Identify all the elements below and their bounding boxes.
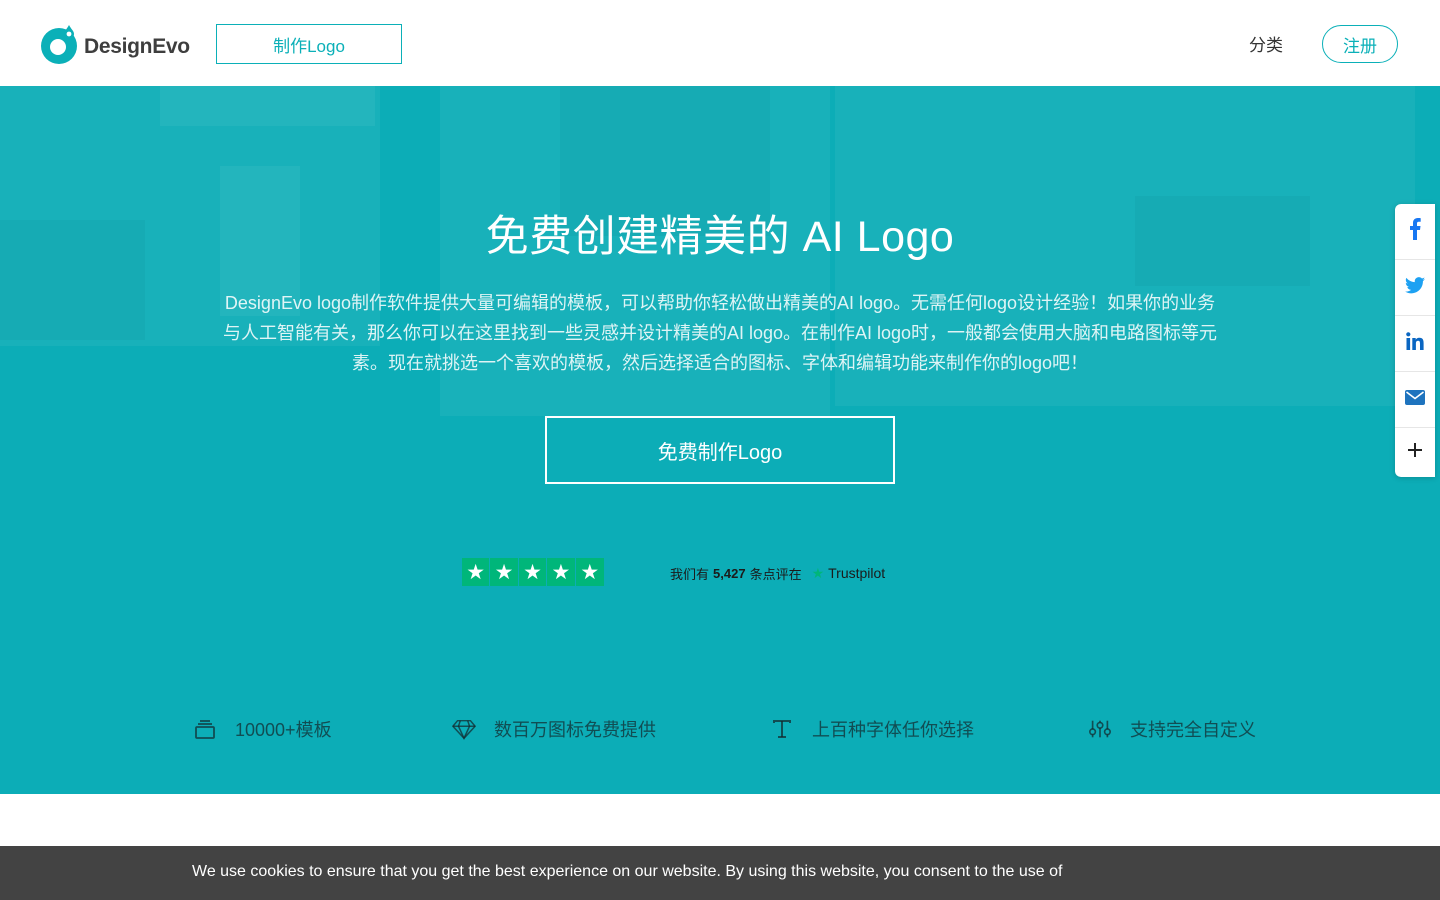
feature-item: 上百种字体任你选择: [770, 714, 974, 744]
plus-icon: [1408, 443, 1422, 462]
signup-button[interactable]: 注册: [1322, 25, 1398, 63]
layers-icon: [193, 717, 217, 741]
star-icon: ★: [462, 558, 491, 586]
star-icon: ★: [575, 558, 604, 586]
hero-bg-image: [160, 86, 375, 126]
review-text-suffix: 条点评在: [749, 566, 802, 582]
feature-list: 10000+模板 数百万图标免费提供 上百种字体任你选择 支持完全自定义: [0, 714, 1440, 744]
twitter-icon: [1405, 276, 1425, 299]
trustpilot-brand: ★ Trustpilot: [812, 565, 886, 582]
feature-item: 10000+模板: [193, 714, 332, 744]
star-icon: ★: [547, 558, 576, 586]
facebook-share-button[interactable]: [1395, 204, 1435, 260]
feature-label: 10000+模板: [235, 720, 332, 740]
brand-logo[interactable]: DesignEvo: [40, 22, 190, 66]
hero-section: 免费创建精美的 AI Logo DesignEvo logo制作软件提供大量可编…: [0, 86, 1440, 794]
hero-make-logo-button[interactable]: 免费制作Logo: [545, 416, 895, 484]
feature-label: 数百万图标免费提供: [494, 720, 656, 740]
nav-category-link[interactable]: 分类: [1240, 30, 1292, 56]
trustpilot-name: Trustpilot: [828, 565, 886, 581]
more-share-button[interactable]: [1395, 428, 1435, 477]
email-icon: [1405, 389, 1425, 410]
trustpilot-review-summary[interactable]: 我们有 5,427 条点评在 ★ Trustpilot: [670, 562, 885, 584]
cookie-banner: We use cookies to ensure that you get th…: [0, 846, 1440, 900]
review-text-prefix: 我们有: [670, 566, 710, 582]
header-make-logo-button[interactable]: 制作Logo: [216, 24, 402, 64]
star-icon: ★: [518, 558, 548, 586]
linkedin-icon: [1406, 332, 1424, 355]
hero-description: DesignEvo logo制作软件提供大量可编辑的模板，可以帮助你轻松做出精美…: [222, 293, 1218, 373]
sliders-icon: [1088, 717, 1112, 741]
twitter-share-button[interactable]: [1395, 260, 1435, 316]
feature-label: 上百种字体任你选择: [812, 720, 974, 740]
diamond-icon: [452, 717, 476, 741]
cookie-banner-text: We use cookies to ensure that you get th…: [192, 863, 1063, 880]
hero-title: 免费创建精美的 AI Logo: [485, 213, 955, 261]
brand-name: DesignEvo: [84, 35, 190, 58]
social-share-bar: [1395, 204, 1435, 477]
trustpilot-star-icon: ★: [811, 564, 825, 581]
facebook-icon: [1409, 218, 1421, 245]
feature-item: 支持完全自定义: [1088, 714, 1256, 744]
page: DesignEvo 制作Logo 分类 注册 免费创建精美的 AI Logo D…: [0, 0, 1440, 900]
font-icon: [770, 717, 794, 741]
designevo-logo-icon: [40, 23, 78, 65]
site-header: DesignEvo 制作Logo 分类 注册: [0, 0, 1440, 86]
review-count: 5,427: [713, 565, 746, 581]
feature-label: 支持完全自定义: [1130, 720, 1256, 740]
star-icon: ★: [490, 558, 519, 586]
trustpilot-stars[interactable]: ★ ★ ★ ★ ★: [462, 558, 604, 586]
linkedin-share-button[interactable]: [1395, 316, 1435, 372]
feature-item: 数百万图标免费提供: [452, 714, 656, 744]
email-share-button[interactable]: [1395, 372, 1435, 428]
